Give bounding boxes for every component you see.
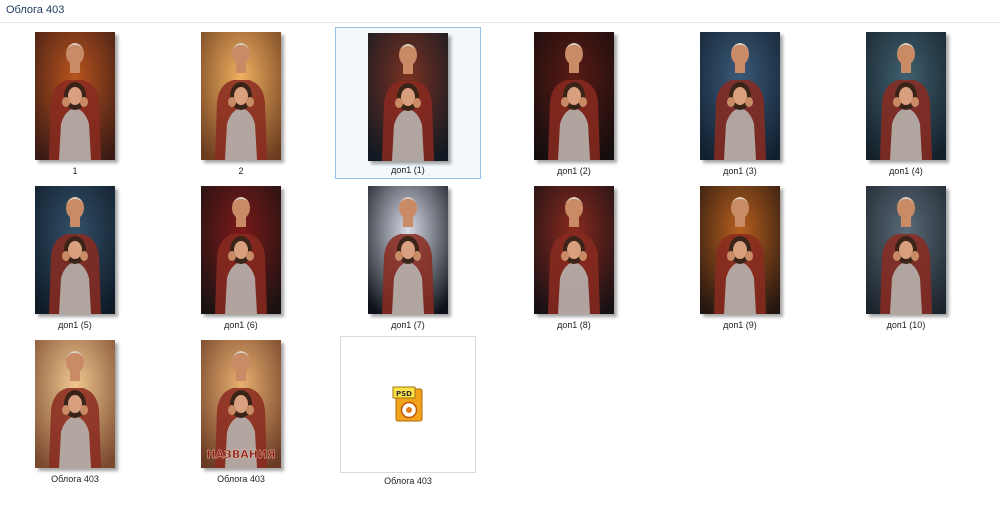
file-name: 2 [238, 166, 244, 176]
file-item[interactable]: НАЗВАНИЯ Облога 403 [168, 335, 314, 487]
image-thumbnail [201, 32, 281, 160]
file-item[interactable]: доп1 (6) [168, 181, 314, 333]
image-thumbnail [201, 186, 281, 314]
file-item[interactable]: доп1 (1) [335, 27, 481, 179]
file-name: доп1 (3) [723, 166, 757, 176]
file-item[interactable]: доп1 (5) [2, 181, 148, 333]
image-thumbnail [866, 186, 946, 314]
image-thumbnail [700, 32, 780, 160]
image-thumbnail [35, 186, 115, 314]
window-title: Облога 403 [6, 4, 65, 16]
file-name: доп1 (4) [889, 166, 923, 176]
file-item[interactable]: доп1 (2) [501, 27, 647, 179]
image-thumbnail: НАЗВАНИЯ [201, 340, 281, 468]
file-item[interactable]: доп1 (9) [667, 181, 813, 333]
image-thumbnail [700, 186, 780, 314]
file-item-psd[interactable]: PSD Облога 403 [340, 336, 476, 486]
file-name: доп1 (7) [391, 320, 425, 330]
window-titlebar: Облога 403 [0, 0, 1000, 23]
file-name: Облога 403 [217, 474, 265, 484]
image-thumbnail [866, 32, 946, 160]
file-item[interactable]: 2 [168, 27, 314, 179]
image-thumbnail [534, 186, 614, 314]
cover-title-text: НАЗВАНИЯ [206, 448, 275, 461]
image-thumbnail [368, 33, 448, 161]
file-name: доп1 (10) [886, 320, 926, 330]
file-item[interactable]: доп1 (4) [833, 27, 979, 179]
file-item[interactable]: Облога 403 [2, 335, 148, 487]
file-item[interactable]: доп1 (10) [833, 181, 979, 333]
file-item[interactable]: 1 [2, 27, 148, 179]
file-name: доп1 (6) [224, 320, 258, 330]
image-thumbnail [368, 186, 448, 314]
file-item[interactable]: доп1 (3) [667, 27, 813, 179]
file-name: доп1 (2) [557, 166, 591, 176]
psd-icon-label: PSD [396, 390, 412, 398]
file-name: доп1 (5) [58, 320, 92, 330]
psd-file-icon: PSD [391, 385, 425, 423]
file-name: доп1 (1) [391, 165, 425, 175]
file-item[interactable]: доп1 (7) [335, 181, 481, 333]
file-name: Облога 403 [384, 476, 432, 486]
file-name: доп1 (8) [557, 320, 591, 330]
image-thumbnail [35, 340, 115, 468]
file-name: доп1 (9) [723, 320, 757, 330]
image-thumbnail [35, 32, 115, 160]
file-item[interactable]: доп1 (8) [501, 181, 647, 333]
image-thumbnail [534, 32, 614, 160]
file-name: Облога 403 [51, 474, 99, 484]
file-name: 1 [72, 166, 78, 176]
